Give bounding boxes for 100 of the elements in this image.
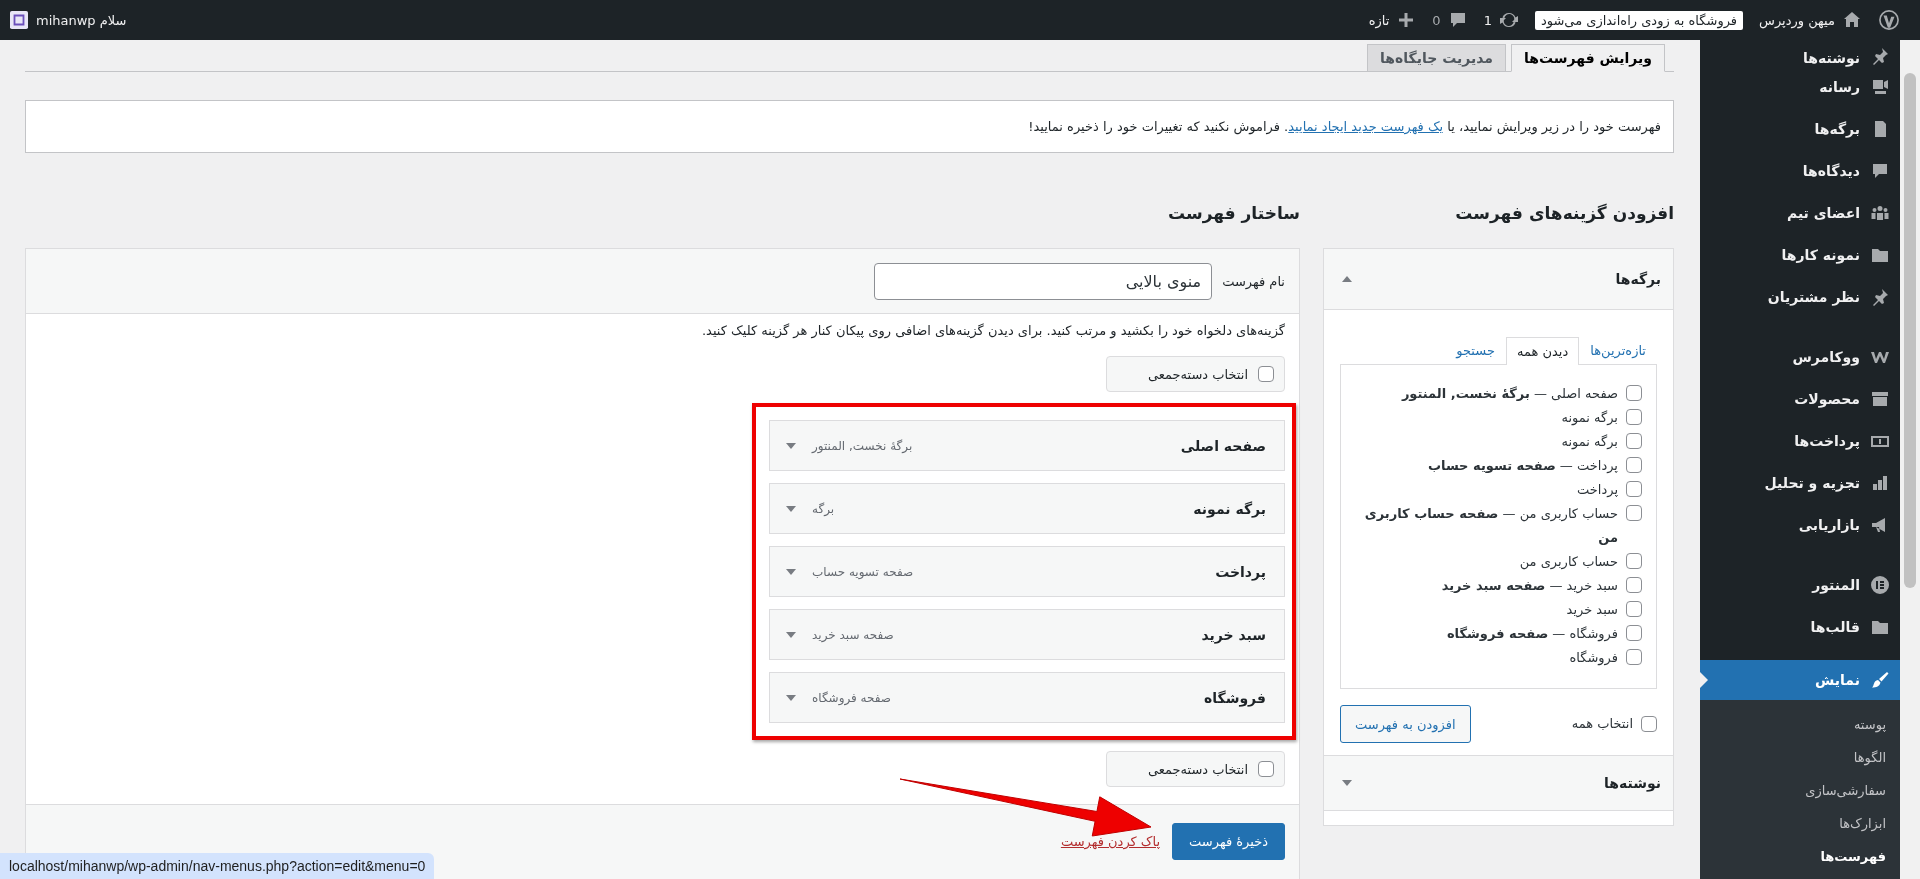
page-option-label: پرداخت — صفحه تسویه حساب	[1426, 457, 1618, 475]
page-option-label: سبد خرید	[1565, 601, 1618, 619]
save-menu-button[interactable]: ذخیرهٔ فهرست	[1172, 823, 1285, 860]
bulk-select-control[interactable]: انتخاب دسته‌جمعی	[1106, 751, 1285, 787]
add-to-menu-button[interactable]: افزودن به فهرست	[1340, 705, 1471, 743]
comments-link[interactable]: 0	[1432, 10, 1468, 30]
page-option-label: فروشگاه	[1568, 649, 1618, 668]
item-type-label: صفحه تسویه حساب	[812, 564, 914, 579]
archive-box-icon	[1870, 389, 1890, 409]
sidebar-item[interactable]: تجزیه و تحلیل	[1700, 462, 1900, 504]
menu-name-label: نام فهرست	[1222, 273, 1285, 289]
sidebar-item[interactable]: نمونه کارها	[1700, 234, 1900, 276]
menu-item[interactable]: فروشگاه صفحه فروشگاه	[769, 672, 1285, 723]
submenu-item[interactable]: سفارشی‌سازی	[1700, 774, 1900, 807]
media-icon	[1870, 77, 1890, 97]
site-link[interactable]: میهن وردپرس	[1759, 10, 1862, 30]
checkbox[interactable]	[1626, 409, 1642, 425]
section-heading: افزودن گزینه‌های فهرست	[1454, 202, 1674, 226]
page-option-label: حساب کاربری من	[1518, 553, 1618, 572]
checkbox[interactable]	[1626, 457, 1642, 473]
nav-tab[interactable]: مدیریت جایگاه‌ها	[1367, 44, 1506, 72]
select-all-label: انتخاب همه	[1571, 715, 1633, 733]
menu-item[interactable]: برگه نمونه برگه	[769, 483, 1285, 534]
account-link[interactable]: سلام mihanwp	[10, 11, 127, 29]
logo-icon[interactable]	[1878, 9, 1900, 31]
sidebar-item[interactable]: نمایش	[1700, 660, 1900, 700]
checkbox[interactable]	[1626, 433, 1642, 449]
page-option-label: برگه نمونه	[1560, 409, 1618, 428]
menu-name-field[interactable]: منوی بالایی	[874, 262, 1213, 300]
submenu-item[interactable]: ابزارک‌ها	[1700, 807, 1900, 840]
caret-icon[interactable]	[786, 631, 796, 638]
bar-chart-icon	[1870, 473, 1890, 493]
sidebar-item[interactable]: محصولات	[1700, 378, 1900, 420]
page-option-label: برگه نمونه	[1560, 433, 1618, 452]
sidebar-item[interactable]: نظر مشتریان	[1700, 276, 1900, 318]
caret-icon[interactable]	[786, 694, 796, 701]
menu-item[interactable]: صفحه اصلی برگهٔ نخست, المنتور	[769, 420, 1285, 471]
checkbox[interactable]	[1258, 761, 1274, 777]
delete-menu-link[interactable]: پاک کردن فهرست	[1060, 834, 1161, 849]
new-link[interactable]: تازه	[1368, 10, 1417, 30]
notice-text: فهرست خود را در زیر ویرایش نمایید، یا یک فهرست جدید ایجاد نمایید. فراموش نکنید که تغییرات خود را ذخیره نمایید!	[1028, 119, 1661, 134]
status-url-tooltip: localhost/mihanwp/wp-admin/nav-menus.php?action=edit&menu=0	[0, 853, 435, 879]
sidebar-item[interactable]: المنتور	[1700, 564, 1900, 606]
paintbrush-icon	[1870, 670, 1890, 690]
caret-icon[interactable]	[786, 505, 796, 512]
checkbox[interactable]	[1626, 625, 1642, 641]
submenu-item[interactable]: فهرست‌ها	[1700, 840, 1900, 873]
submenu-item[interactable]: الگوها	[1700, 741, 1900, 774]
menu-item[interactable]: سبد خرید صفحه سبد خرید	[769, 609, 1285, 660]
accordion-header[interactable]: نوشته‌ها	[1324, 755, 1673, 811]
caret-icon[interactable]	[1342, 276, 1352, 282]
instructions-text: گزینه‌های دلخواه خود را بکشید و مرتب کنید. برای دیدن گزینه‌های اضافی روی پیکان کنار هر گزینه کلیک کنید.	[700, 322, 1285, 341]
sidebar-item[interactable]: دیدگاه‌ها	[1700, 150, 1900, 192]
bulk-select-control[interactable]: انتخاب دسته‌جمعی	[1106, 356, 1285, 392]
checkbox[interactable]	[1626, 481, 1642, 497]
sidebar-item[interactable]: برگه‌ها	[1700, 108, 1900, 150]
store-notice-badge[interactable]: فروشگاه به زودی راه‌اندازی می‌شود	[1534, 10, 1744, 30]
sidebar-item[interactable]: رسانه	[1700, 66, 1900, 108]
nav-tab[interactable]: ویرایش فهرست‌ها	[1510, 44, 1665, 72]
menu-item[interactable]: پرداخت صفحه تسویه حساب	[769, 546, 1285, 597]
filter-tab[interactable]: دیدن همه	[1505, 337, 1580, 365]
refresh-icon	[1498, 10, 1519, 30]
page-option-label: حساب کاربری من — صفحه حساب کاربری من	[1363, 505, 1618, 547]
home-icon	[1842, 10, 1862, 30]
accordion-title: برگه‌ها	[1615, 271, 1661, 287]
create-menu-link[interactable]: یک فهرست جدید ایجاد نمایید	[1288, 119, 1444, 134]
sidebar-item[interactable]: ووکامرس	[1700, 336, 1900, 378]
checkbox[interactable]	[1626, 553, 1642, 569]
submenu-item[interactable]: پوسته	[1700, 708, 1900, 741]
speech-bubble-icon	[1870, 161, 1890, 181]
updates-link[interactable]: 1	[1483, 10, 1519, 30]
caret-icon[interactable]	[786, 442, 796, 449]
checkbox[interactable]	[1626, 601, 1642, 617]
page-option-label: فروشگاه — صفحه فروشگاه	[1445, 625, 1618, 644]
people-icon	[1870, 203, 1890, 223]
checkbox[interactable]	[1626, 385, 1642, 401]
checkbox[interactable]	[1626, 649, 1642, 665]
caret-icon[interactable]	[1342, 780, 1352, 786]
sidebar-item[interactable]: قالب‌ها	[1700, 606, 1900, 648]
sidebar-item[interactable]: پرداخت‌ها	[1700, 420, 1900, 462]
page-option-label: صفحه اصلی — برگهٔ نخست, المنتور	[1400, 385, 1618, 403]
checkbox[interactable]	[1641, 716, 1657, 732]
sidebar-item[interactable]: نوشته‌ها	[1700, 40, 1900, 66]
item-type-label: صفحه فروشگاه	[812, 690, 892, 705]
section-heading: ساختار فهرست	[1166, 202, 1300, 226]
round-badge-icon	[1870, 575, 1890, 595]
filter-tab[interactable]: جستجو	[1445, 336, 1506, 364]
checkbox[interactable]	[1626, 505, 1642, 521]
item-type-label: برگهٔ نخست, المنتور	[812, 438, 913, 453]
avatar-icon	[10, 11, 28, 29]
page-option-label: سبد خرید — صفحه سبد خرید	[1440, 577, 1618, 595]
filter-tab[interactable]: تازه‌ترین‌ها	[1579, 336, 1657, 364]
accordion-header[interactable]: برگه‌ها	[1324, 249, 1673, 310]
page-option-label: پرداخت	[1576, 481, 1618, 499]
caret-icon[interactable]	[786, 568, 796, 575]
checkbox[interactable]	[1258, 366, 1274, 382]
accordion-title: نوشته‌ها	[1604, 775, 1661, 791]
sidebar-item[interactable]: بازاریابی	[1700, 504, 1900, 546]
sidebar-item[interactable]: اعضای تیم	[1700, 192, 1900, 234]
checkbox[interactable]	[1626, 577, 1642, 593]
